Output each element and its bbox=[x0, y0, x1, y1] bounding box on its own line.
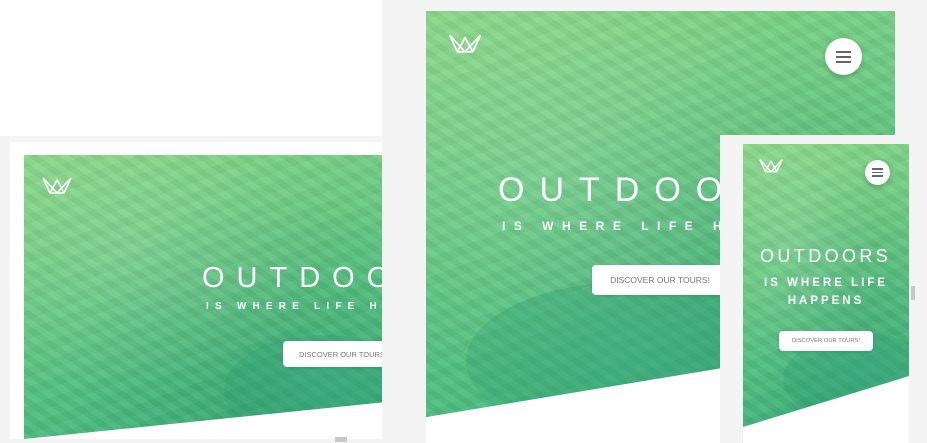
hamburger-menu-icon[interactable] bbox=[865, 160, 890, 185]
discover-tours-button[interactable]: DISCOVER OUR TOURS! bbox=[283, 341, 385, 367]
phone-preview-screen: OUTDOORS IS WHERE LIFE HAPPENS DISCOVER … bbox=[743, 144, 909, 443]
desktop-preview-frame: OUTDOORS IS WHERE LIFE HAPPENS DISCOVER … bbox=[0, 136, 385, 443]
hamburger-line bbox=[836, 50, 851, 53]
hero-subtitle-text: IS WHERE LIFE HAPPENS bbox=[764, 277, 888, 307]
discover-tours-button[interactable]: DISCOVER OUR TOURS! bbox=[592, 265, 728, 295]
hero-section bbox=[24, 155, 385, 439]
crown-logo-icon[interactable] bbox=[758, 158, 784, 174]
hero-subtitle: IS WHERE LIFE HAPPENS bbox=[206, 301, 385, 312]
hamburger-line bbox=[872, 175, 883, 177]
hamburger-line bbox=[872, 171, 883, 174]
horizontal-scrollbar-thumb[interactable] bbox=[335, 437, 347, 442]
hero-title: OUTDOORS bbox=[760, 246, 892, 266]
crown-logo-icon[interactable] bbox=[447, 33, 483, 55]
vertical-scrollbar-thumb[interactable] bbox=[911, 286, 915, 300]
hamburger-line bbox=[836, 60, 851, 63]
hamburger-line bbox=[872, 168, 883, 170]
hamburger-menu-icon[interactable] bbox=[825, 38, 862, 75]
hero-subtitle: IS WHERE LIFE HAPPENS bbox=[753, 274, 899, 310]
crown-logo-icon[interactable] bbox=[41, 176, 73, 196]
hero-title: OUTDOORS bbox=[202, 262, 385, 294]
desktop-preview-screen: OUTDOORS IS WHERE LIFE HAPPENS DISCOVER … bbox=[10, 142, 385, 439]
phone-preview-frame: OUTDOORS IS WHERE LIFE HAPPENS DISCOVER … bbox=[720, 135, 920, 443]
discover-tours-button[interactable]: DISCOVER OUR TOURS! bbox=[779, 331, 873, 351]
hamburger-line bbox=[836, 55, 851, 58]
